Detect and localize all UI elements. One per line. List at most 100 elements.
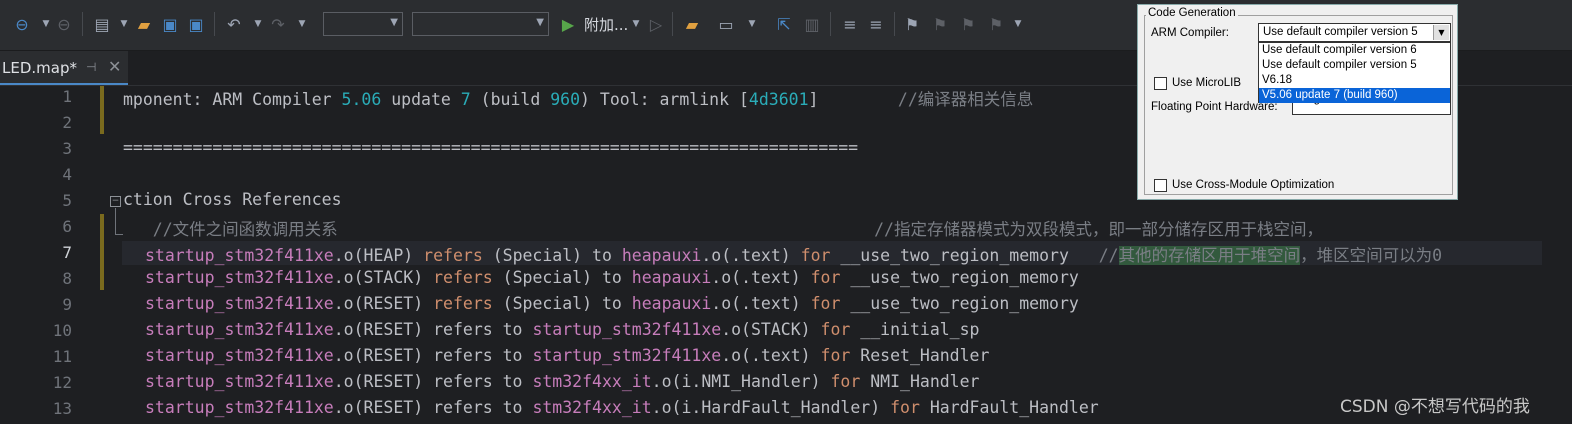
code-token: .o(STACK) (721, 320, 821, 339)
prev-bookmark-icon[interactable]: ⚑ (928, 12, 952, 36)
code-token: for (830, 372, 861, 391)
code-token: 960 (550, 90, 581, 109)
tab-led-map[interactable]: LED.map* ⊣ ✕ (0, 51, 128, 85)
code-token: 7 (460, 90, 471, 109)
chevron-down-icon: ▼ (390, 17, 398, 28)
line-number: 4 (62, 165, 72, 184)
group-title: Code Generation (1146, 7, 1238, 19)
next-bookmark-icon[interactable]: ⚑ (956, 12, 980, 36)
code-token: startup_stm32f411xe (145, 268, 334, 287)
cross-module-label: Use Cross-Module Optimization (1172, 179, 1335, 191)
comment-icon[interactable]: ≡ (838, 12, 862, 36)
run-without-debug-icon[interactable]: ▷ (644, 12, 668, 36)
save-icon[interactable]: ▣ (158, 12, 182, 36)
arm-compiler-dropdown-list[interactable]: Use default compiler version 6 Use defau… (1258, 42, 1451, 103)
code-token: .o(RESET) refers to (333, 346, 533, 365)
code-comment: //编译器相关信息 (897, 90, 1034, 109)
dropdown-option-selected[interactable]: V5.06 update 7 (build 960) (1259, 88, 1450, 103)
use-microlib-checkbox[interactable] (1154, 77, 1167, 90)
column-icon[interactable]: ▥ (800, 12, 824, 36)
code-token: for (810, 268, 841, 287)
dropdown-option[interactable]: Use default compiler version 5 (1259, 58, 1450, 73)
line-number: 12 (52, 373, 72, 392)
cross-module-checkbox[interactable] (1154, 179, 1167, 192)
undo-icon[interactable]: ↶ (222, 12, 246, 36)
run-label[interactable]: 附加... (584, 14, 628, 35)
code-token: HardFault_Handler (919, 398, 1099, 417)
line-number: 6 (62, 217, 72, 236)
arm-compiler-select[interactable]: Use default compiler version 5 ▼ (1258, 23, 1451, 42)
platform-combo[interactable]: ▼ (412, 12, 549, 36)
redo-icon[interactable]: ↷ (266, 12, 290, 36)
code-token: heapauxi (631, 294, 712, 313)
code-token: .o(STACK) (333, 268, 434, 287)
code-token: NMI_Handler (860, 372, 980, 391)
code-token: for (810, 294, 841, 313)
code-comment: //指定存储器模式为双段模式，即一部分储存区用于栈空间， (337, 220, 1323, 239)
fold-collapse-icon[interactable]: − (110, 196, 121, 207)
code-token: .o(RESET) (333, 294, 434, 313)
chevron-down-icon: ▼ (536, 17, 544, 28)
close-icon[interactable]: ✕ (108, 57, 121, 76)
code-line-3: ========================================… (123, 138, 859, 157)
code-token: (Special) to (492, 294, 632, 313)
find-in-files-icon[interactable]: ▰ (680, 12, 704, 36)
bookmark-icon[interactable]: ⚑ (900, 12, 924, 36)
code-token: .o(RESET) refers to (333, 398, 533, 417)
layout-dropdown-icon[interactable]: ▼ (740, 12, 764, 36)
code-line-11: startup_stm32f411xe.o(RESET) refers to s… (145, 346, 989, 365)
code-comment: //文件之间函数调用关系 (123, 220, 338, 239)
code-line-1: mponent: ARM Compiler 5.06 update 7 (bui… (123, 86, 1033, 110)
code-token: heapauxi (631, 268, 712, 287)
code-token: .o(RESET) refers to (333, 320, 533, 339)
dropdown-option[interactable]: Use default compiler version 6 (1259, 43, 1450, 58)
code-token: update (381, 90, 461, 109)
code-token: startup_stm32f411xe (532, 320, 722, 339)
code-token: refers (433, 294, 493, 313)
save-all-icon[interactable]: ▣ (184, 12, 208, 36)
forward-icon[interactable]: ⊖ (52, 12, 76, 36)
chevron-down-icon[interactable]: ▼ (1433, 25, 1449, 40)
clear-bookmarks-icon[interactable]: ⚑ (984, 12, 1008, 36)
dropdown-option[interactable]: V6.18 (1259, 73, 1450, 88)
code-token: for (820, 346, 851, 365)
code-token: heapauxi (621, 246, 702, 265)
code-token: stm32f4xx_it (532, 372, 652, 391)
code-token: __use_two_region_memory (830, 246, 1099, 265)
code-token: d3601 (758, 90, 809, 109)
line-number: 10 (52, 321, 72, 340)
back-icon[interactable]: ⊖ (10, 12, 34, 36)
code-line-5: ction Cross References (123, 190, 342, 209)
window-layout-icon[interactable]: ▭ (714, 12, 738, 36)
code-token: .o(.text) (721, 346, 821, 365)
code-token: startup_stm32f411xe (145, 294, 334, 313)
config-combo[interactable]: ▼ (323, 12, 403, 36)
toolbar-separator (214, 12, 215, 36)
tab-label: LED.map* (2, 59, 77, 77)
redo-dropdown-icon[interactable]: ▼ (290, 12, 314, 36)
code-token: .o(.text) (711, 268, 811, 287)
uncomment-icon[interactable]: ≡ (864, 12, 888, 36)
code-line-12: startup_stm32f411xe.o(RESET) refers to s… (145, 372, 980, 391)
arm-compiler-value: Use default compiler version 5 (1263, 26, 1418, 38)
code-token: stm32f4xx_it (532, 398, 652, 417)
pin-icon[interactable]: ⊣ (86, 60, 96, 74)
code-token: startup_stm32f411xe (145, 372, 334, 391)
code-token: Reset_Handler (850, 346, 990, 365)
code-line-10: startup_stm32f411xe.o(RESET) refers to s… (145, 320, 979, 339)
code-line-9: startup_stm32f411xe.o(RESET) refers (Spe… (145, 294, 1079, 313)
line-number: 9 (62, 295, 72, 314)
open-folder-icon[interactable]: ▰ (132, 12, 156, 36)
run-icon[interactable]: ▶ (556, 12, 580, 36)
change-marker (100, 214, 104, 290)
code-token: .o(.text) (711, 294, 811, 313)
code-line-6: //文件之间函数调用关系 //指定存储器模式为双段模式，即一部分储存区用于栈空间… (123, 216, 1323, 240)
line-number: 1 (62, 87, 72, 106)
select-pointer-icon[interactable]: ⇱ (772, 12, 796, 36)
new-file-icon[interactable]: ▤ (90, 12, 114, 36)
bookmark-dropdown-icon[interactable]: ▼ (1006, 12, 1030, 36)
code-line-8: startup_stm32f411xe.o(STACK) refers (Spe… (145, 268, 1079, 287)
code-token: .o(.text) (701, 246, 801, 265)
toolbar-separator (672, 12, 673, 36)
code-token: refers (423, 246, 483, 265)
